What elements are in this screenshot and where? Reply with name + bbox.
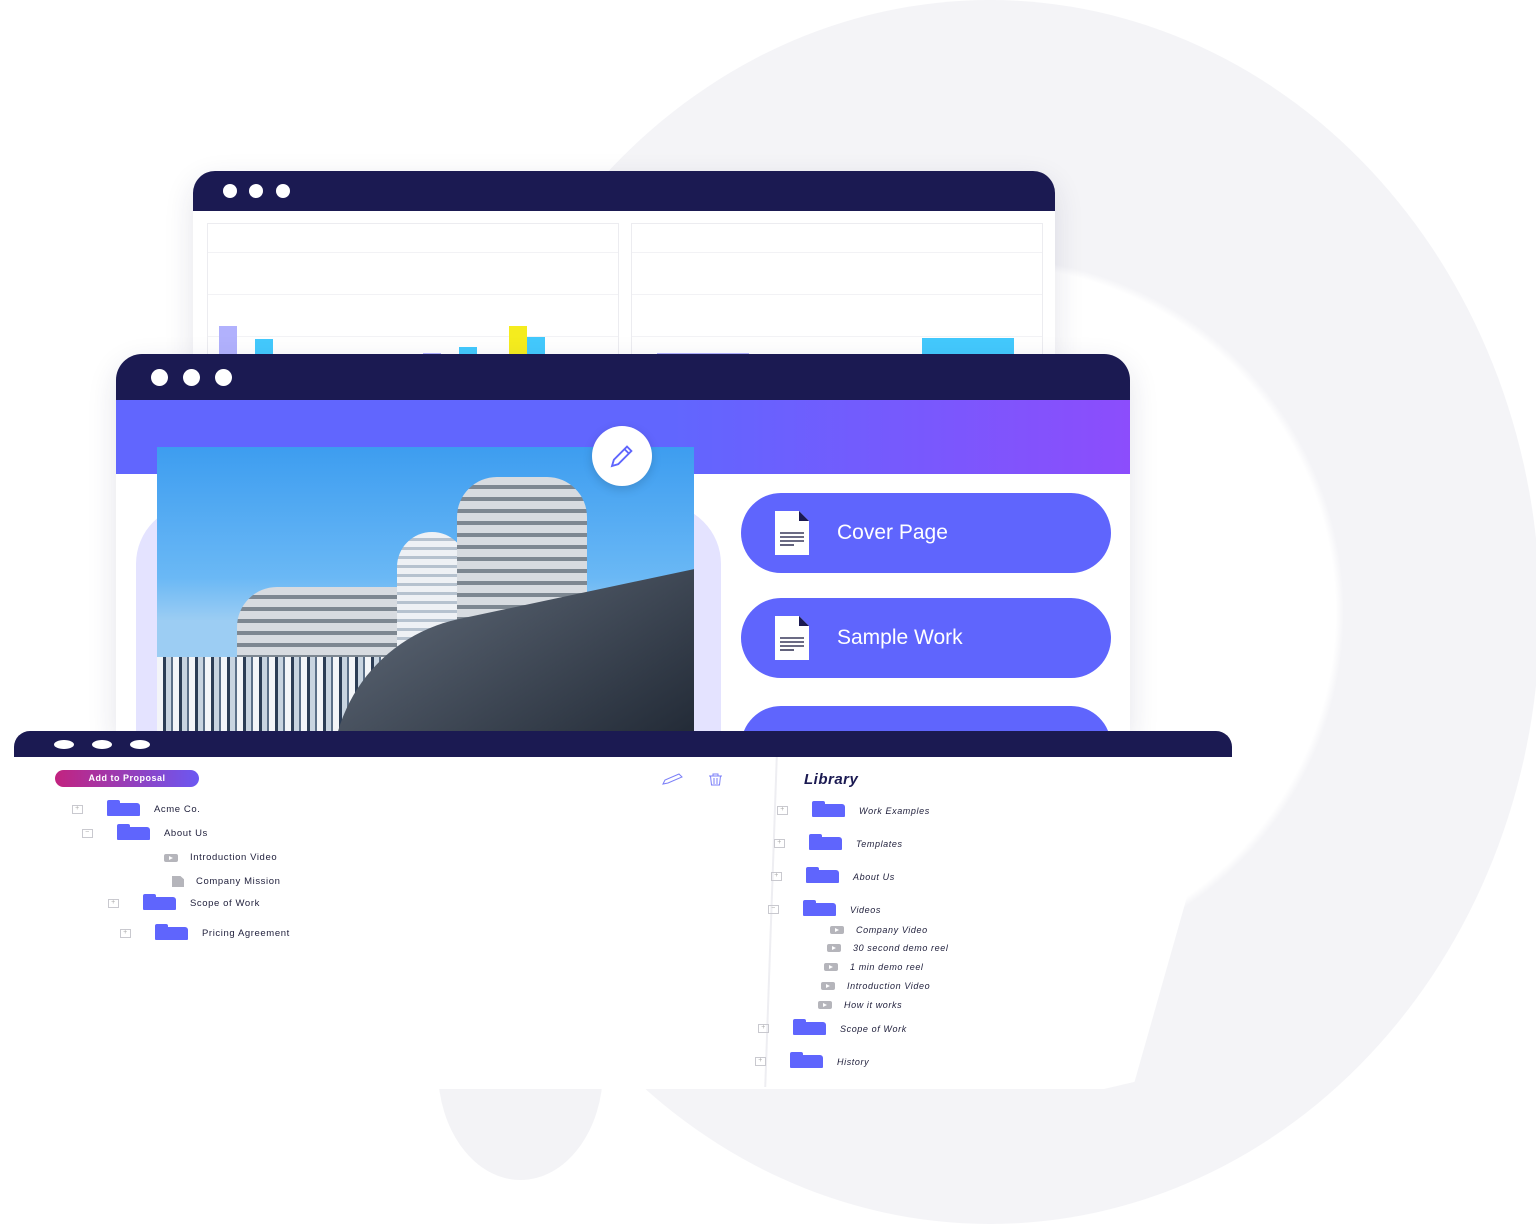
- document-icon: [172, 876, 184, 887]
- folder-icon: [155, 924, 188, 940]
- analytics-window: [193, 171, 1055, 361]
- tree-item[interactable]: Company Mission: [172, 876, 281, 887]
- video-icon: [830, 926, 844, 934]
- section-label: Sample Work: [837, 626, 963, 649]
- expand-icon[interactable]: +: [777, 806, 788, 815]
- tree-item-label: History: [837, 1056, 870, 1067]
- tree-item-label: Company Video: [856, 925, 928, 935]
- folder-icon: [812, 801, 845, 817]
- tree-item[interactable]: + About Us: [771, 867, 895, 883]
- folder-icon: [117, 824, 150, 840]
- section-partial[interactable]: [741, 706, 1111, 734]
- gridline: [632, 336, 1042, 337]
- tree-item[interactable]: + Templates: [774, 834, 903, 850]
- tree-item[interactable]: 30 second demo reel: [827, 943, 948, 953]
- section-sample-work[interactable]: Sample Work: [741, 598, 1111, 678]
- window-titlebar: [116, 354, 1130, 400]
- expand-icon[interactable]: +: [120, 929, 131, 938]
- video-icon: [824, 963, 838, 971]
- tree-item-label: Work Examples: [859, 805, 930, 816]
- tree-item[interactable]: + History: [755, 1052, 870, 1068]
- pencil-icon[interactable]: [662, 773, 684, 785]
- section-cover-page[interactable]: Cover Page: [741, 493, 1111, 573]
- window-dot[interactable]: [183, 369, 200, 386]
- library-title: Library: [804, 771, 859, 788]
- window-dot[interactable]: [223, 184, 237, 198]
- tree-item[interactable]: Company Video: [830, 925, 928, 935]
- tree-item-label: About Us: [853, 871, 895, 882]
- tree-item-label: Acme Co.: [154, 804, 201, 815]
- tree-item[interactable]: + Scope of Work: [758, 1019, 907, 1035]
- bar-chart-right: [631, 223, 1043, 361]
- tree-item-label: Templates: [856, 838, 903, 849]
- expand-icon[interactable]: +: [72, 805, 83, 814]
- video-icon: [818, 1001, 832, 1009]
- window-titlebar: [193, 171, 1055, 211]
- tree-item[interactable]: + Acme Co.: [72, 800, 201, 816]
- folder-icon: [107, 800, 140, 816]
- folder-icon: [143, 894, 176, 910]
- video-icon: [164, 853, 178, 862]
- edit-image-button[interactable]: [592, 426, 652, 486]
- collapse-icon[interactable]: −: [82, 829, 93, 838]
- tree-item-label: Videos: [850, 904, 881, 915]
- window-dot[interactable]: [92, 740, 112, 749]
- window-dot[interactable]: [54, 740, 74, 749]
- tree-item-label: Introduction Video: [190, 852, 278, 863]
- tree-item-label: Scope of Work: [190, 898, 260, 909]
- gridline: [208, 294, 618, 295]
- tree-item[interactable]: Introduction Video: [164, 852, 277, 863]
- tree-item-label: 1 min demo reel: [850, 962, 924, 972]
- window-dot[interactable]: [151, 369, 168, 386]
- window-dot[interactable]: [215, 369, 232, 386]
- tree-item[interactable]: How it works: [818, 1000, 902, 1010]
- tree-item[interactable]: − About Us: [82, 824, 208, 840]
- tree-item-label: Scope of Work: [840, 1023, 907, 1034]
- trash-icon[interactable]: [708, 773, 723, 786]
- gridline: [208, 252, 618, 253]
- section-label: Cover Page: [837, 521, 948, 544]
- gridline: [632, 294, 1042, 295]
- document-icon: [775, 511, 809, 555]
- pencil-icon: [610, 445, 633, 468]
- tree-item-label: Company Mission: [196, 876, 281, 887]
- content-library-window: Add to Proposal + Acme Co. − About Us Introd…: [14, 731, 1232, 1089]
- cover-image[interactable]: [157, 447, 694, 734]
- tree-item-label: Pricing Agreement: [202, 928, 290, 939]
- tree-item[interactable]: + Scope of Work: [108, 894, 260, 910]
- tree-item[interactable]: − Videos: [768, 900, 881, 916]
- folder-icon: [803, 900, 836, 916]
- tree-item-label: About Us: [164, 828, 208, 839]
- folder-icon: [806, 867, 839, 883]
- expand-icon[interactable]: +: [755, 1057, 766, 1066]
- tree-item[interactable]: Introduction Video: [821, 981, 930, 991]
- tree-item-label: Introduction Video: [847, 981, 931, 991]
- tree-item-label: 30 second demo reel: [853, 943, 949, 953]
- window-dot[interactable]: [130, 740, 150, 749]
- tree-item[interactable]: 1 min demo reel: [824, 962, 924, 972]
- add-to-proposal-button[interactable]: Add to Proposal: [55, 770, 199, 787]
- folder-icon: [793, 1019, 826, 1035]
- window-dot[interactable]: [276, 184, 290, 198]
- expand-icon[interactable]: +: [758, 1024, 769, 1033]
- document-icon: [775, 616, 809, 660]
- proposal-editor-window: Cover Page Sample Work: [116, 354, 1130, 734]
- tree-item[interactable]: + Work Examples: [777, 801, 930, 817]
- tree-item[interactable]: + Pricing Agreement: [120, 924, 290, 940]
- window-titlebar: [14, 731, 1232, 757]
- expand-icon[interactable]: +: [108, 899, 119, 908]
- video-icon: [827, 944, 841, 952]
- folder-icon: [790, 1052, 823, 1068]
- collapse-icon[interactable]: −: [768, 905, 779, 914]
- video-icon: [821, 982, 835, 990]
- folder-icon: [809, 834, 842, 850]
- expand-icon[interactable]: +: [774, 839, 785, 848]
- gridline: [208, 336, 618, 337]
- bar-chart-left: [207, 223, 619, 361]
- expand-icon[interactable]: +: [771, 872, 782, 881]
- tree-item-label: How it works: [844, 1000, 903, 1010]
- window-dot[interactable]: [249, 184, 263, 198]
- window-body: [14, 731, 1232, 1089]
- gridline: [632, 252, 1042, 253]
